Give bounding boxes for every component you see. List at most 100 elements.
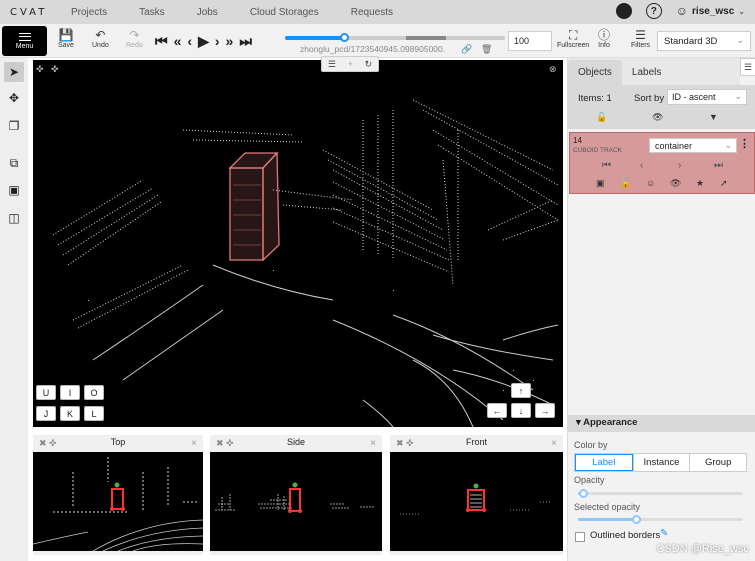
previous-frame-icon[interactable]: ‹ xyxy=(187,32,192,50)
more-options-icon[interactable]: ⋮ xyxy=(739,137,750,150)
redo-label: Redo xyxy=(126,42,143,49)
info-label: Info xyxy=(598,42,610,49)
save-button[interactable]: 💾 Save xyxy=(58,28,74,49)
merge-icon[interactable]: ⧉ xyxy=(4,153,24,173)
color-by-group-option[interactable]: Group xyxy=(689,454,746,471)
object-item[interactable]: 14 CUBOID TRACK container ⌄ ⋮ ⏮ ‹ › ⏭ ▣ … xyxy=(569,132,755,194)
outlined-borders-checkbox[interactable] xyxy=(575,532,585,542)
undo-button[interactable]: ↶ Undo xyxy=(92,28,109,49)
fullscreen-button[interactable]: ⛶ Fullscreen xyxy=(557,28,589,49)
close-icon[interactable]: × xyxy=(191,436,197,451)
arrow-left-icon[interactable]: ← xyxy=(487,403,507,418)
camera-arrows: ← ↓ → xyxy=(487,403,555,418)
expand-all-icon[interactable]: ▼ xyxy=(709,112,718,122)
side-view-canvas[interactable] xyxy=(210,452,382,551)
selected-opacity-slider[interactable] xyxy=(578,515,743,524)
selected-opacity-slider-handle[interactable] xyxy=(631,515,641,524)
key-j[interactable]: J xyxy=(36,406,56,421)
cursor-icon[interactable]: ➤ xyxy=(4,62,24,82)
appearance-header[interactable]: ▾ Appearance xyxy=(568,415,755,432)
last-frame-icon[interactable]: ⏭ xyxy=(239,32,252,50)
top-view-canvas[interactable] xyxy=(33,452,203,551)
previous-keyframe-icon[interactable]: ‹ xyxy=(640,160,643,171)
fast-forward-icon[interactable]: » xyxy=(226,32,234,50)
split-icon[interactable]: ◫ xyxy=(4,208,24,228)
opacity-slider[interactable] xyxy=(578,489,743,498)
fit-view-icon[interactable]: ✖ ✜ xyxy=(216,436,234,451)
frame-number-input[interactable]: 100 xyxy=(508,31,552,51)
close-icon[interactable]: × xyxy=(370,436,376,451)
redo-icon: ↷ xyxy=(129,28,140,42)
draw-cuboid-icon[interactable]: ❐ xyxy=(4,116,24,136)
group-icon[interactable]: ▣ xyxy=(4,180,24,200)
arrow-down-icon[interactable]: ↓ xyxy=(511,403,531,418)
edit-color-icon[interactable]: ✎ xyxy=(660,528,668,539)
front-view-canvas[interactable] xyxy=(390,452,563,551)
lock-icon[interactable]: 🔓 xyxy=(620,178,631,189)
opacity-slider-handle[interactable] xyxy=(578,489,588,498)
info-button[interactable]: ⓘ Info xyxy=(598,28,610,49)
fit-view-icon[interactable]: ✖ ✜ xyxy=(396,436,414,451)
nav-requests[interactable]: Requests xyxy=(351,7,393,18)
top-navigation: CVAT Projects Tasks Jobs Cloud Storages … xyxy=(0,0,755,24)
next-frame-icon[interactable]: › xyxy=(215,32,220,50)
help-icon[interactable]: ? xyxy=(645,3,662,19)
fit-view-icon[interactable]: ✖ ✜ xyxy=(39,436,57,451)
tab-labels[interactable]: Labels xyxy=(622,60,671,85)
nav-tasks[interactable]: Tasks xyxy=(139,7,165,18)
refresh-icon[interactable]: ↻ xyxy=(365,59,373,70)
arrow-right-icon[interactable]: → xyxy=(535,403,555,418)
close-icon[interactable]: × xyxy=(551,436,557,451)
color-by-instance-option[interactable]: Instance xyxy=(632,454,690,471)
first-keyframe-icon[interactable]: ⏮ xyxy=(602,160,611,171)
key-o[interactable]: O xyxy=(84,385,104,400)
frame-slider-fill xyxy=(285,36,345,40)
star-icon[interactable]: ★ xyxy=(696,178,704,189)
fast-backward-icon[interactable]: « xyxy=(174,32,182,50)
frame-slider-handle[interactable] xyxy=(340,33,350,42)
visibility-icon[interactable]: 👁 xyxy=(670,178,681,189)
key-i[interactable]: I xyxy=(60,385,80,400)
color-by-label-option[interactable]: Label xyxy=(575,454,633,471)
nav-jobs[interactable]: Jobs xyxy=(197,7,218,18)
undo-label: Undo xyxy=(92,42,109,49)
object-label-select[interactable]: container ⌄ xyxy=(649,138,737,153)
add-icon[interactable]: + xyxy=(348,59,353,69)
hide-all-icon[interactable]: 👁 xyxy=(652,112,663,123)
key-u[interactable]: U xyxy=(36,385,56,400)
nav-cloud-storages[interactable]: Cloud Storages xyxy=(250,7,319,18)
redo-button[interactable]: ↷ Redo xyxy=(126,28,143,49)
cvat-logo[interactable]: CVAT xyxy=(10,7,65,18)
key-l[interactable]: L xyxy=(84,406,104,421)
perspective-canvas[interactable]: ✜ ✜ ⊗ U I O J K L ↑ ← ↓ → xyxy=(33,60,563,427)
next-keyframe-icon[interactable]: › xyxy=(678,160,681,171)
nav-projects[interactable]: Projects xyxy=(71,7,107,18)
rotate-view-icon[interactable]: ✜ xyxy=(51,65,59,75)
arrow-up-icon[interactable]: ↑ xyxy=(511,383,531,398)
collapse-sidebar-icon[interactable]: ☰ xyxy=(740,58,755,76)
canvas-close-icon[interactable]: ⊗ xyxy=(549,65,557,75)
lock-all-icon[interactable]: 🔓 xyxy=(596,112,607,123)
sort-by-select[interactable]: ID - ascent ⌄ xyxy=(667,89,747,105)
github-icon[interactable] xyxy=(615,3,632,19)
key-k[interactable]: K xyxy=(60,406,80,421)
play-icon[interactable]: ▶ xyxy=(198,32,209,50)
frame-slider[interactable] xyxy=(285,33,505,42)
user-icon: ☺ xyxy=(675,4,689,18)
pin-icon[interactable]: ➚ xyxy=(720,178,728,189)
link-icon[interactable]: 🔗 xyxy=(461,44,472,55)
fit-view-icon[interactable]: ✜ xyxy=(36,65,44,75)
move-icon[interactable]: ✥ xyxy=(4,88,24,108)
first-frame-icon[interactable]: ⏮ xyxy=(155,32,168,50)
filters-button[interactable]: ☰ Filters xyxy=(631,28,650,49)
opacity-label: Opacity xyxy=(574,475,605,485)
outside-icon[interactable]: ▣ xyxy=(596,178,605,189)
tab-objects[interactable]: Objects xyxy=(568,60,622,85)
delete-frame-icon[interactable]: 🗑 xyxy=(481,44,492,55)
workspace-select[interactable]: Standard 3D ⌄ xyxy=(657,31,751,51)
user-menu[interactable]: ☺ rise_wsc ⌄ xyxy=(676,4,745,18)
occluded-icon[interactable]: ☺ xyxy=(646,178,655,188)
last-keyframe-icon[interactable]: ⏭ xyxy=(714,160,723,171)
layers-icon[interactable]: ☰ xyxy=(328,59,336,70)
menu-button[interactable]: Menu xyxy=(2,26,47,56)
